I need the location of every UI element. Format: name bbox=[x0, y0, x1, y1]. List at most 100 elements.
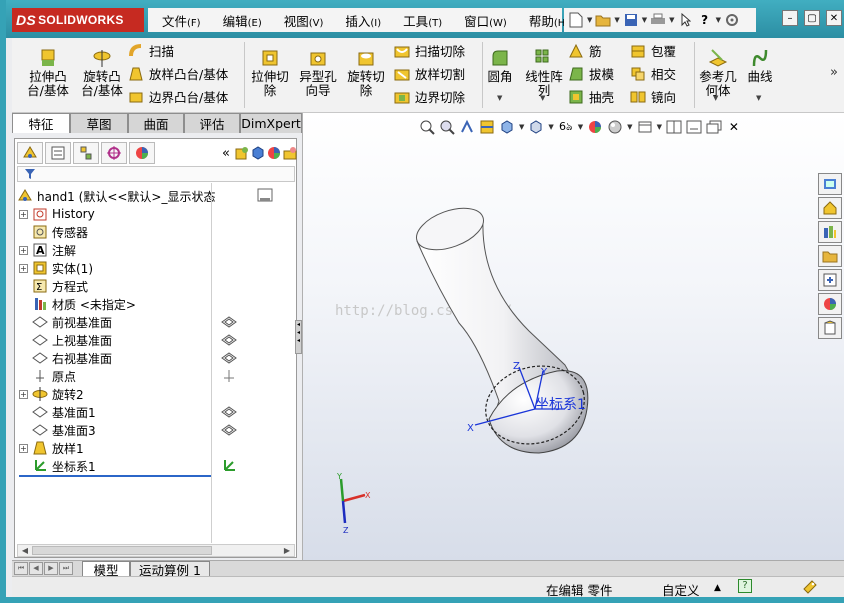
hide-show-items-icon[interactable] bbox=[234, 145, 250, 161]
collapse-panel-icon[interactable]: « bbox=[222, 146, 230, 161]
status-help[interactable]: ? bbox=[738, 579, 752, 593]
plane-display-icon[interactable] bbox=[221, 404, 237, 420]
chevron-down-icon[interactable]: ▼ bbox=[713, 94, 718, 102]
tree-item[interactable]: 前视基准面 bbox=[19, 313, 112, 331]
chevron-down-icon[interactable]: ▼ bbox=[497, 94, 502, 102]
custom-properties-icon[interactable] bbox=[818, 317, 842, 339]
scroll-left-icon[interactable]: ◀ bbox=[19, 545, 31, 556]
configuration-manager-tab-icon[interactable] bbox=[73, 142, 99, 164]
expand-icon[interactable]: + bbox=[19, 389, 28, 399]
minimize-icon[interactable]: – bbox=[782, 10, 798, 26]
tab-evaluate[interactable]: 评估 bbox=[184, 113, 240, 133]
origin-display-icon[interactable] bbox=[221, 368, 237, 384]
coordinate-system-display-icon[interactable] bbox=[221, 458, 237, 474]
tree-item[interactable]: 基准面1 bbox=[19, 403, 96, 421]
sweep-button[interactable]: 扫描 bbox=[128, 41, 174, 60]
tab-features[interactable]: 特征 bbox=[12, 113, 70, 133]
prev-tab-icon[interactable]: ◀ bbox=[29, 562, 43, 575]
graphics-viewport[interactable]: ▼ ▼ 6ঌ ▼ ▼ ▼ ✕ http://blog.csdn.net/ Z Y… bbox=[302, 113, 844, 560]
plane-display-icon[interactable] bbox=[221, 314, 237, 330]
close-icon[interactable]: ✕ bbox=[826, 10, 842, 26]
feature-manager-tab-icon[interactable] bbox=[17, 142, 43, 164]
linear-pattern-button[interactable]: 线性阵 列 bbox=[522, 48, 566, 98]
reference-geometry-button[interactable]: 参考几 何体 bbox=[696, 48, 740, 98]
tab-sketch[interactable]: 草图 bbox=[70, 113, 128, 133]
chevron-down-icon[interactable]: ▼ bbox=[669, 16, 674, 24]
scroll-thumb[interactable] bbox=[32, 546, 212, 555]
tree-item[interactable]: 基准面3 bbox=[19, 421, 96, 439]
options-gear-icon[interactable] bbox=[724, 12, 740, 28]
tree-item[interactable]: 右视基准面 bbox=[19, 349, 112, 367]
expand-icon[interactable]: + bbox=[19, 263, 28, 273]
filter-icon[interactable] bbox=[24, 168, 36, 183]
chevron-down-icon[interactable]: ▼ bbox=[587, 16, 592, 24]
tree-item[interactable]: + 旋转2 bbox=[19, 385, 84, 403]
print-icon[interactable] bbox=[650, 12, 666, 28]
plane-display-icon[interactable] bbox=[221, 422, 237, 438]
chevron-down-icon[interactable]: ▼ bbox=[540, 94, 545, 102]
property-manager-tab-icon[interactable] bbox=[45, 142, 71, 164]
curves-button[interactable]: 曲线 bbox=[742, 48, 778, 84]
tab-surfaces[interactable]: 曲面 bbox=[128, 113, 184, 133]
tree-horizontal-scrollbar[interactable]: ◀ ▶ bbox=[17, 544, 295, 557]
appearance-icon[interactable] bbox=[266, 145, 282, 161]
display-manager-tab-icon[interactable] bbox=[129, 142, 155, 164]
dimxpert-manager-tab-icon[interactable] bbox=[101, 142, 127, 164]
chevron-down-icon[interactable]: ▼ bbox=[642, 16, 647, 24]
tab-model[interactable]: 模型 bbox=[82, 561, 130, 578]
open-folder-icon[interactable] bbox=[595, 12, 611, 28]
help-icon[interactable]: ? bbox=[697, 12, 713, 28]
mirror-button[interactable]: 镜向 bbox=[630, 87, 676, 106]
menu-window[interactable]: 窗口(W) bbox=[450, 11, 515, 30]
boundary-boss-button[interactable]: 边界凸台/基体 bbox=[128, 87, 228, 106]
expand-icon[interactable]: + bbox=[19, 443, 28, 453]
rebuild-tag-icon[interactable] bbox=[802, 579, 818, 598]
lofted-cut-button[interactable]: 放样切割 bbox=[394, 64, 465, 83]
expand-icon[interactable]: + bbox=[19, 245, 28, 255]
first-tab-icon[interactable]: ⏮ bbox=[14, 562, 28, 575]
tree-item[interactable]: + 实体(1) bbox=[19, 259, 93, 277]
intersect-button[interactable]: 相交 bbox=[630, 64, 676, 83]
tree-rollback-bar[interactable] bbox=[19, 475, 211, 477]
tree-filter[interactable] bbox=[17, 166, 295, 182]
menu-view[interactable]: 视图(V) bbox=[270, 11, 332, 30]
rib-button[interactable]: 筋 bbox=[568, 41, 602, 60]
tab-motion-study[interactable]: 运动算例 1 bbox=[130, 561, 210, 578]
solidworks-resources-icon[interactable] bbox=[818, 173, 842, 195]
revolve-cut-button[interactable]: 旋转切 除 bbox=[344, 48, 388, 98]
scene-icon[interactable] bbox=[282, 145, 298, 161]
file-explorer-icon[interactable] bbox=[818, 245, 842, 267]
extrude-cut-button[interactable]: 拉伸切 除 bbox=[248, 48, 292, 98]
tree-item[interactable]: + 放样1 bbox=[19, 439, 84, 457]
tab-dimxpert[interactable]: DimXpert bbox=[240, 113, 302, 133]
tree-item[interactable]: 上视基准面 bbox=[19, 331, 112, 349]
tree-item[interactable]: + A 注解 bbox=[19, 241, 76, 259]
swept-cut-button[interactable]: 扫描切除 bbox=[394, 41, 465, 60]
plane-display-icon[interactable] bbox=[221, 350, 237, 366]
tree-item[interactable]: 传感器 bbox=[19, 223, 88, 241]
plane-display-icon[interactable] bbox=[221, 332, 237, 348]
design-library-icon[interactable] bbox=[818, 221, 842, 243]
menu-insert[interactable]: 插入(I) bbox=[331, 11, 389, 30]
tree-item[interactable]: + History bbox=[19, 205, 95, 223]
new-document-icon[interactable] bbox=[568, 12, 584, 28]
chevron-down-icon[interactable]: ▼ bbox=[756, 94, 761, 102]
loft-button[interactable]: 放样凸台/基体 bbox=[128, 64, 228, 83]
maximize-icon[interactable]: ▢ bbox=[804, 10, 820, 26]
tree-root-part[interactable]: hand1 (默认<<默认>_显示状态 bbox=[17, 187, 215, 205]
appearances-scenes-icon[interactable] bbox=[818, 293, 842, 315]
next-tab-icon[interactable]: ▶ bbox=[44, 562, 58, 575]
ribbon-expand-icon[interactable]: » bbox=[830, 65, 838, 80]
reference-triad[interactable] bbox=[339, 478, 366, 524]
wrap-button[interactable]: 包覆 bbox=[630, 41, 676, 60]
shell-button[interactable]: 抽壳 bbox=[568, 87, 614, 106]
status-units[interactable]: 自定义 bbox=[662, 580, 700, 599]
extrude-boss-button[interactable]: 拉伸凸 台/基体 bbox=[22, 48, 74, 98]
tree-item[interactable]: 原点 bbox=[19, 367, 76, 385]
fillet-button[interactable]: 圆角 bbox=[484, 48, 516, 84]
menu-edit[interactable]: 编辑(E) bbox=[209, 11, 270, 30]
draft-button[interactable]: 拔模 bbox=[568, 64, 614, 83]
menu-tools[interactable]: 工具(T) bbox=[389, 11, 450, 30]
save-icon[interactable] bbox=[623, 12, 639, 28]
handle-body[interactable] bbox=[411, 200, 593, 455]
